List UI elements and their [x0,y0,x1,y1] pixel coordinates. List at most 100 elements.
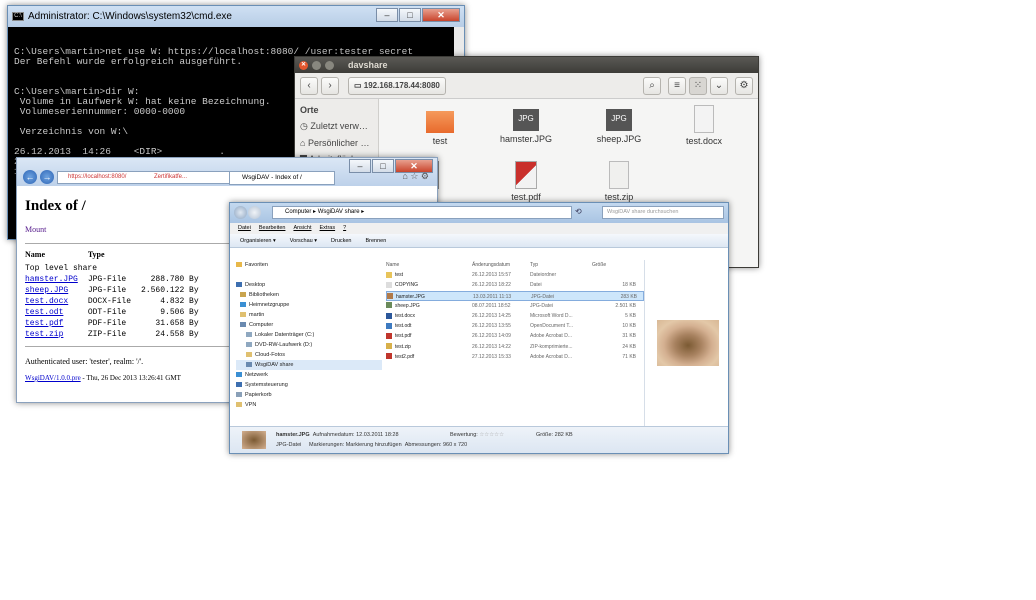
tree-item[interactable]: Lokaler Datenträger (C:) [236,330,382,340]
search-input[interactable]: WsgiDAV share durchsuchen [602,206,724,219]
explorer-titlebar: Computer ▸ WsgiDAV share ▸ ⟲ WsgiDAV sha… [230,203,728,223]
tree-item[interactable]: Systemsteuerung [236,380,382,390]
file-item[interactable]: JPG sheep.JPG [584,105,654,144]
file-type: JPG-File [87,275,127,284]
sidebar-item-recent[interactable]: ◷ Zuletzt verw… [295,118,378,135]
address-bar[interactable]: https://localhost:8080/Zertifikatfe... [57,171,232,184]
file-manager-titlebar[interactable]: ✕ davshare [295,57,758,73]
file-label: test.docx [685,136,723,146]
menu-item[interactable]: Datei [238,225,251,231]
file-item[interactable]: test.zip [584,161,654,202]
refresh-icon[interactable]: ⟲ [575,207,582,216]
close-button[interactable]: ✕ [422,8,460,22]
location-button[interactable]: ▭ 192.168.178.44:8080 [348,76,446,95]
file-name: test.zip [386,342,472,352]
back-button[interactable]: ‹ [300,76,318,95]
minimize-button[interactable]: – [376,8,398,22]
sidebar-item-home[interactable]: ⌂ Persönlicher … [295,135,378,151]
file-size [592,270,636,280]
tree-item[interactable]: WsgiDAV share [236,360,382,370]
column-header[interactable]: Änderungsdatum [472,260,530,270]
file-item[interactable]: test.docx [669,105,739,146]
tree-item[interactable]: Cloud-Fotos [236,350,382,360]
menu-item[interactable]: Ansicht [293,225,311,231]
tree-item-label: Heimnetzgruppe [249,302,290,308]
view-options-button[interactable]: ⌄ [710,76,728,95]
table-row: test.pdf PDF-File 31.658 By [25,318,209,329]
tree-item-label: Lokaler Datenträger (C:) [255,332,315,338]
file-item[interactable]: test.pdf [491,161,561,202]
file-link[interactable]: hamster.JPG [25,275,78,284]
forward-button[interactable]: → [40,170,54,184]
menu-item[interactable]: Extras [320,225,336,231]
tab-wsgidav[interactable]: WsgiDAV - Index of / [229,171,335,185]
search-button[interactable]: ⌕ [643,76,661,95]
tree-item[interactable]: Bibliotheken [236,290,382,300]
file-link[interactable]: sheep.JPG [25,286,68,295]
list-item[interactable]: test2.pdf 27.12.2013 15:33 Adobe Acrobat D… [386,352,644,362]
details-rating[interactable]: Bewertung: ☆☆☆☆☆ [450,432,504,438]
maximize-button[interactable]: □ [399,8,421,22]
minimize-icon[interactable] [312,60,321,70]
command-button[interactable]: Vorschau ▾ [290,238,317,244]
settings-button[interactable]: ⚙ [735,76,753,95]
tree-item[interactable]: DVD-RW-Laufwerk (D:) [236,340,382,350]
breadcrumb[interactable]: Computer ▸ WsgiDAV share ▸ [272,206,572,219]
cmd-titlebar[interactable]: C:\ Administrator: C:\Windows\system32\c… [8,6,464,27]
tree-item[interactable]: Papierkorb [236,390,382,400]
list-item[interactable]: test.pdf 26.12.2013 14:09 Adobe Acrobat D.… [386,331,644,341]
list-item[interactable]: hamster.JPG 13.03.2011 11:13 JPG-Datei 283 … [386,290,644,301]
tree-item[interactable]: martin [236,310,382,320]
tree-item[interactable]: Favoriten [236,260,382,270]
table-row: sheep.JPG JPG-File 2.560.122 By [25,285,209,296]
file-link[interactable]: test.odt [25,308,63,317]
tree-item[interactable]: Heimnetzgruppe [236,300,382,310]
file-size: 9.506 By [160,308,199,317]
file-link[interactable]: test.zip [25,330,63,339]
file-link[interactable]: test.pdf [25,319,63,328]
command-button[interactable]: Organisieren ▾ [240,238,276,244]
list-item[interactable]: sheep.JPG 08.07.2011 18:52 JPG-Datei 2.501 … [386,301,644,311]
list-item[interactable]: COPYING 26.12.2013 18:22 Datei 18 KB [386,280,644,290]
menu-bar: Datei Bearbeiten Ansicht Extras? [230,223,728,234]
back-button[interactable]: ← [23,170,37,184]
list-item[interactable]: test.zip 26.12.2013 14:22 ZIP-komprimierte… [386,342,644,352]
grid-view-button[interactable]: ⁙ [689,76,707,95]
close-icon[interactable]: ✕ [299,60,308,70]
explorer-window[interactable]: Computer ▸ WsgiDAV share ▸ ⟲ WsgiDAV sha… [229,202,729,454]
column-header[interactable]: Name [386,260,472,270]
file-item[interactable]: JPG hamster.JPG [491,105,561,144]
file-manager-toolbar: ‹ › ▭ 192.168.178.44:8080 ⌕ ≡ ⁙ ⌄ ⚙ [295,73,758,99]
list-item[interactable]: test.odt 26.12.2013 13:55 OpenDocument T..… [386,321,644,331]
maximize-button[interactable]: □ [372,159,394,173]
list-item[interactable]: test.docx 26.12.2013 14:25 Microsoft Word … [386,311,644,321]
add-tag-link[interactable]: Markierung hinzufügen [346,442,402,448]
tree-item-label: Desktop [245,282,266,288]
file-link[interactable]: test.docx [25,297,68,306]
maximize-icon[interactable] [325,60,334,70]
menu-item[interactable]: Bearbeiten [259,225,286,231]
forward-button[interactable] [248,206,261,219]
tree-item-icon [236,402,242,408]
back-button[interactable] [234,206,247,219]
tree-item[interactable]: Desktop [236,280,382,290]
command-button[interactable]: Brennen [366,238,387,244]
list-view-button[interactable]: ≡ [668,76,686,95]
cert-error-label[interactable]: Zertifikatfe... [154,172,187,183]
forward-button[interactable]: › [321,76,339,95]
tree-item[interactable]: Netzwerk [236,370,382,380]
column-header[interactable]: Typ [530,260,592,270]
tree-item[interactable]: VPN [236,400,382,410]
home-star-gear-icons[interactable]: ⌂ ☆ ⚙ [402,171,429,182]
tree-item[interactable]: Computer [236,320,382,330]
command-button[interactable]: Drucken [331,238,351,244]
file-size: 5 KB [625,312,636,319]
file-item[interactable]: test [405,105,475,146]
column-header[interactable]: Größe [592,260,636,270]
menu-item[interactable]: ? [343,225,346,231]
file-size: 2.501 KB [615,302,636,309]
wsgidav-link[interactable]: WsgiDAV/1.0.0.pre [25,374,81,382]
list-item[interactable]: test 26.12.2013 15:57 Dateiordner [386,270,644,280]
file-manager-title: davshare [348,60,388,70]
minimize-button[interactable]: – [349,159,371,173]
